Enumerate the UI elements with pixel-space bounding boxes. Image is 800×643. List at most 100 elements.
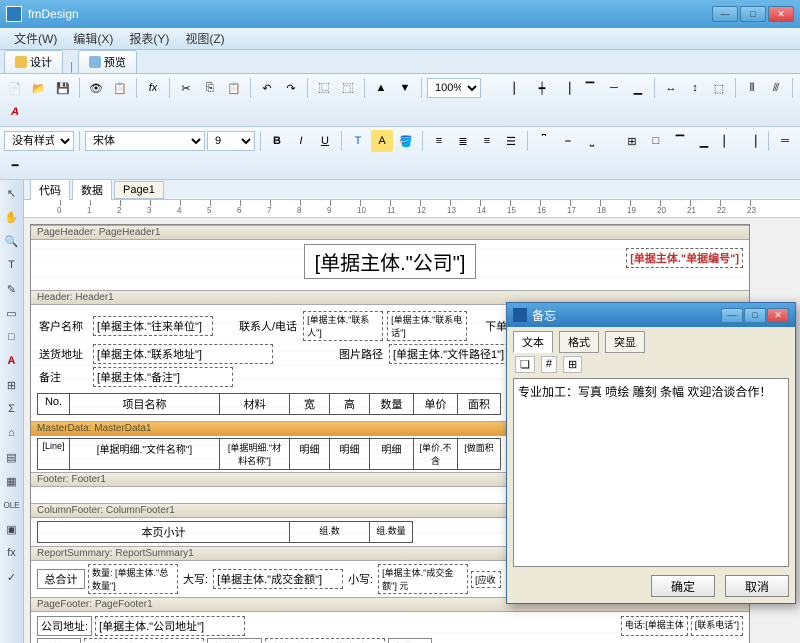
align-justify[interactable]: ☰ [500,130,522,152]
cut-button[interactable]: ✂ [175,77,197,99]
undo-button[interactable]: ↶ [256,77,278,99]
lbl-remark[interactable]: 备注 [37,368,89,386]
dialog-close[interactable]: ✕ [767,308,789,323]
border-all[interactable]: ⊞ [621,130,643,152]
space-v[interactable]: ⫻ [765,77,787,99]
line-style[interactable]: ═ [774,130,796,152]
tool-label[interactable]: A [3,352,21,370]
align-mid-obj[interactable]: ─ [603,77,625,99]
align-left[interactable]: ≡ [428,130,450,152]
docnum-field[interactable]: [单据主体."单据编号"] [626,248,743,268]
preview-button[interactable]: 👁 [85,77,107,99]
send-back-button[interactable]: ▼ [394,77,416,99]
dlg-tab-text[interactable]: 文本 [513,331,553,353]
font-color[interactable]: T [347,130,369,152]
underline-button[interactable]: U [314,130,336,152]
tool-zoom[interactable]: 🔍 [3,232,21,250]
dialog-min[interactable]: — [721,308,743,323]
close-button[interactable]: ✕ [768,6,794,22]
bold-button[interactable]: B [266,130,288,152]
valign-top[interactable]: ⎴ [533,130,555,152]
border-left[interactable]: ▏ [717,130,739,152]
menu-edit[interactable]: 编辑(X) [65,28,121,49]
minimize-button[interactable]: — [712,6,738,22]
tab-design[interactable]: 设计 [4,50,63,73]
tool-rect[interactable]: □ [3,328,21,346]
lbl-contact[interactable]: 联系人/电话 [237,317,299,335]
dlg-tool-3[interactable]: ⊞ [563,356,582,373]
subtotal-label[interactable]: 本页小计 [37,521,289,543]
same-width[interactable]: ↔ [660,77,682,99]
same-size[interactable]: ⬚ [708,77,730,99]
space-h[interactable]: ⫴ [741,77,763,99]
same-height[interactable]: ↕ [684,77,706,99]
border-bot[interactable]: ▁ [693,130,715,152]
border-right[interactable]: ▕ [741,130,763,152]
tool-select[interactable]: ↖ [3,184,21,202]
fx-button[interactable]: fx [142,77,164,99]
fld-remark[interactable]: [单据主体."备注"] [93,367,233,387]
tool-sum[interactable]: Σ [3,400,21,418]
dlg-tab-highlight[interactable]: 突显 [605,331,645,353]
border-top[interactable]: ▔ [669,130,691,152]
style-combo[interactable]: 没有样式 [4,131,74,151]
ctab-code[interactable]: 代码 [30,180,70,201]
tab-preview[interactable]: 预览 [78,50,137,73]
tool-edit[interactable]: ✎ [3,280,21,298]
tool-table[interactable]: ⊞ [3,376,21,394]
font-color-2[interactable]: A [4,101,26,123]
menu-report[interactable]: 报表(Y) [121,28,177,49]
group-button[interactable]: ⿺ [313,77,335,99]
open-button[interactable]: 📂 [28,77,50,99]
font-combo[interactable]: 宋体 [85,131,205,151]
align-right[interactable]: ≡ [476,130,498,152]
page-button[interactable]: 📋 [109,77,131,99]
tool-text[interactable]: T [3,256,21,274]
menu-file[interactable]: 文件(W) [6,28,65,49]
dialog-titlebar[interactable]: 备忘 — □ ✕ [507,303,795,327]
fld-customer[interactable]: [单据主体."往来单位"] [93,316,213,336]
maximize-button[interactable]: □ [740,6,766,22]
copy-button[interactable]: ⎘ [199,77,221,99]
fld-contact-a[interactable]: [单据主体."联系人"] [303,311,383,341]
tool-ole[interactable]: OLE [3,496,21,514]
tool-band[interactable]: ▭ [3,304,21,322]
menu-view[interactable]: 视图(Z) [177,28,232,49]
tool-img[interactable]: ▣ [3,520,21,538]
ungroup-button[interactable]: ⿹ [337,77,359,99]
fill-color[interactable]: 🪣 [395,130,417,152]
tool-grid[interactable]: ▦ [3,472,21,490]
tool-home[interactable]: ⌂ [3,424,21,442]
save-button[interactable]: 💾 [52,77,74,99]
fld-contact-b[interactable]: [单据主体."联系电话"] [387,311,467,341]
band-pageheader-hdr[interactable]: PageHeader: PageHeader1 [31,225,749,240]
valign-mid[interactable]: ⎯ [557,130,579,152]
dlg-tool-1[interactable]: ❏ [515,356,535,373]
tool-check[interactable]: ✓ [3,568,21,586]
tool-fx2[interactable]: fx [3,544,21,562]
redo-button[interactable]: ↷ [280,77,302,99]
lbl-addr[interactable]: 送货地址 [37,345,89,363]
size-combo[interactable]: 9 [207,131,255,151]
paste-button[interactable]: 📋 [223,77,245,99]
border-none[interactable]: □ [645,130,667,152]
zoom-combo[interactable]: 100% [427,78,481,98]
tool-list[interactable]: ▤ [3,448,21,466]
line-width[interactable]: ━ [4,154,26,176]
ctab-data[interactable]: 数据 [72,180,112,201]
align-right-obj[interactable]: ▕ [555,77,577,99]
align-center-obj[interactable]: ┿ [531,77,553,99]
italic-button[interactable]: I [290,130,312,152]
align-top-obj[interactable]: ▔ [579,77,601,99]
bring-front-button[interactable]: ▲ [370,77,392,99]
dialog-max[interactable]: □ [744,308,766,323]
ok-button[interactable]: 确定 [651,575,715,597]
new-button[interactable]: 📄 [4,77,26,99]
memo-textarea[interactable]: 专业加工：写真 喷绘 雕刻 条幅 欢迎洽谈合作！ [513,378,789,567]
tool-hand[interactable]: ✋ [3,208,21,226]
highlight[interactable]: A [371,130,393,152]
ctab-page1[interactable]: Page1 [114,181,164,199]
fld-addr[interactable]: [单据主体."联系地址"] [93,344,273,364]
lbl-customer[interactable]: 客户名称 [37,317,89,335]
dlg-tab-format[interactable]: 格式 [559,331,599,353]
